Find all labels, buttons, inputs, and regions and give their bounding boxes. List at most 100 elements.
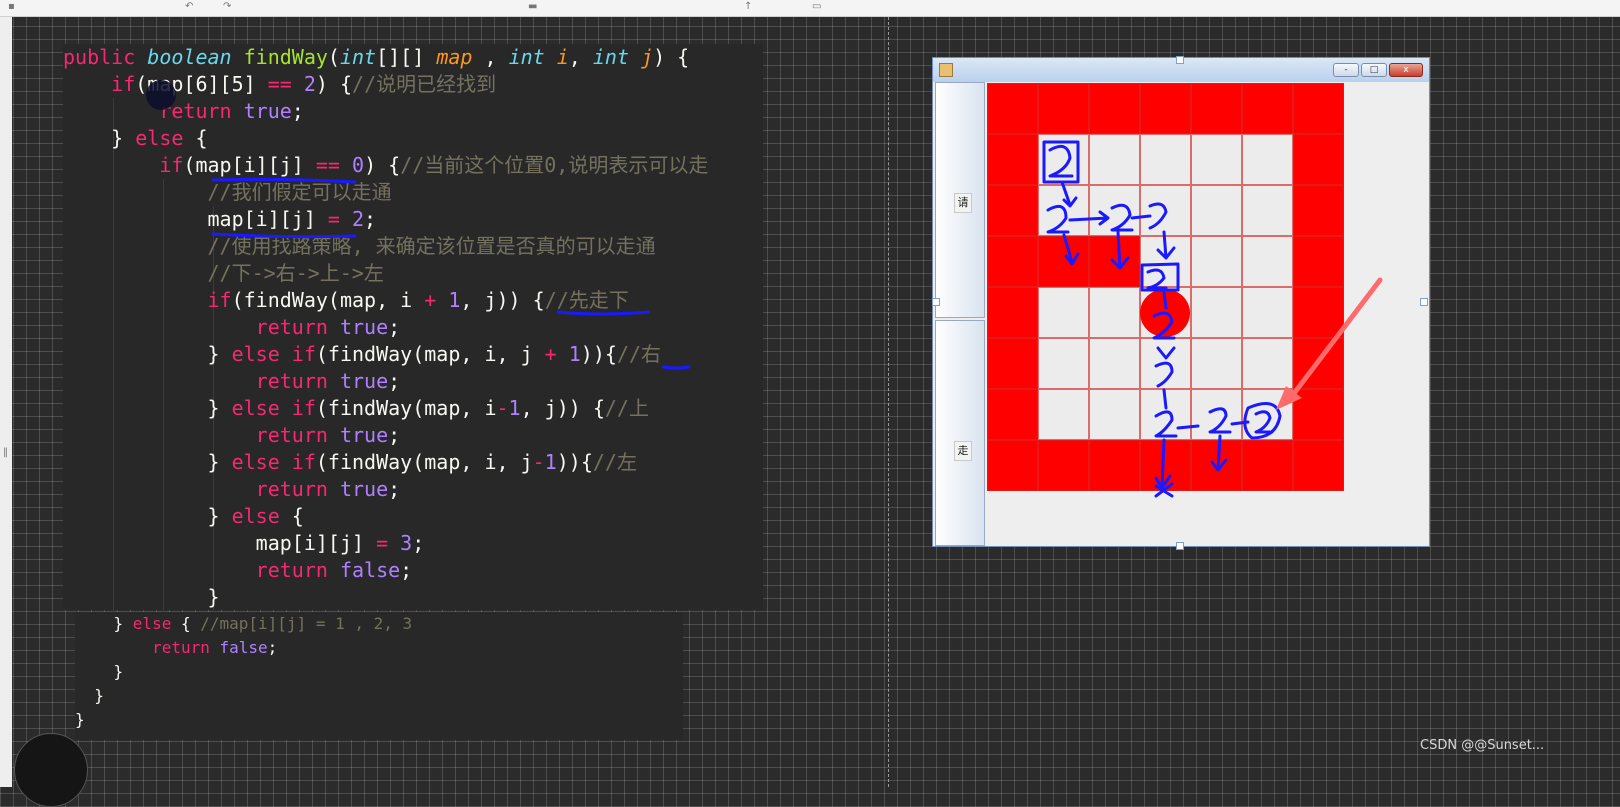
resize-handle[interactable] xyxy=(1420,298,1428,306)
code-token: else if xyxy=(231,342,316,366)
maze-wall-cell xyxy=(1089,440,1140,491)
code-token: } xyxy=(63,342,232,366)
file-icon[interactable]: ▪ xyxy=(8,2,15,12)
code-line: } else { xyxy=(63,503,303,530)
code-token: else xyxy=(231,504,280,528)
code-token: (map[i][j] xyxy=(183,153,316,177)
maze-open-cell xyxy=(1038,338,1089,389)
undo-icon[interactable]: ↶ xyxy=(185,2,193,12)
maze-open-cell xyxy=(1140,134,1191,185)
watermark: CSDN @@Sunset... xyxy=(1420,738,1545,753)
code-token: if xyxy=(159,153,184,177)
code-token: )) xyxy=(556,450,581,474)
shape-tool-icon[interactable]: ▭ xyxy=(812,2,821,12)
code-token: ; xyxy=(388,423,401,447)
maze-open-cell xyxy=(1191,236,1242,287)
side-panel: 请 走 xyxy=(935,82,987,546)
maze-wall-cell xyxy=(987,236,1038,287)
code-token: int xyxy=(592,45,642,69)
code-token: else xyxy=(135,126,184,150)
maze-wall-cell xyxy=(1191,440,1242,491)
resize-handle[interactable] xyxy=(1176,56,1184,64)
code-token: 3 xyxy=(400,531,413,555)
code-line: return false; xyxy=(75,636,277,660)
maze-open-cell xyxy=(1242,185,1293,236)
code-token: 2 xyxy=(303,72,316,96)
code-line: return true; xyxy=(63,98,304,125)
left-splitter[interactable]: ‖ xyxy=(0,17,12,787)
pointer-icon[interactable]: ↑ xyxy=(744,2,752,12)
maximize-button[interactable]: □ xyxy=(1361,63,1387,77)
code-token: false xyxy=(339,558,401,582)
redo-icon[interactable]: ↷ xyxy=(223,2,231,12)
code-line: return true; xyxy=(63,368,401,395)
code-block-main: public boolean findWay(int[][] map , int… xyxy=(63,44,763,639)
code-token: 2 xyxy=(352,207,365,231)
close-button[interactable]: x xyxy=(1389,63,1423,77)
resize-handle[interactable] xyxy=(1176,542,1184,550)
code-token: return xyxy=(152,638,220,657)
scroll-knob[interactable] xyxy=(14,733,88,807)
code-line: } xyxy=(75,660,124,684)
maze-wall-cell xyxy=(1293,236,1344,287)
guide-line xyxy=(888,17,889,787)
maze-wall-cell xyxy=(987,287,1038,338)
maze-open-cell xyxy=(1089,134,1140,185)
code-token: boolean xyxy=(147,45,244,69)
code-token: return xyxy=(255,369,340,393)
code-token: map xyxy=(436,45,473,69)
maze-wall-cell xyxy=(1089,236,1140,287)
code-token: { xyxy=(604,342,617,366)
code-token: , xyxy=(568,45,593,69)
maze-open-cell xyxy=(1191,185,1242,236)
code-token: map[i][j] xyxy=(63,531,377,555)
code-token: } xyxy=(75,710,85,729)
maze-open-cell xyxy=(1242,338,1293,389)
maze-wall-cell xyxy=(1293,440,1344,491)
code-token: + xyxy=(544,342,557,366)
minimize-button[interactable]: - xyxy=(1333,63,1359,77)
code-token: i xyxy=(556,45,569,69)
maze-open-cell xyxy=(1140,338,1191,389)
maze-wall-cell xyxy=(1140,440,1191,491)
maze-wall-cell xyxy=(1038,440,1089,491)
maze-open-cell xyxy=(1038,185,1089,236)
code-token: //下->右->上->左 xyxy=(207,261,384,285)
grip-icon[interactable]: ‖ xyxy=(3,447,8,458)
code-line: } xyxy=(63,584,219,611)
code-token: - xyxy=(532,450,545,474)
code-token: return xyxy=(255,558,340,582)
maze-open-cell xyxy=(1191,338,1242,389)
maze-wall-cell xyxy=(987,338,1038,389)
code-token: map[i][j] xyxy=(63,207,328,231)
code-token: true xyxy=(339,477,389,501)
code-token: else xyxy=(132,614,172,633)
line-tool-icon[interactable]: ▬ xyxy=(528,2,537,12)
code-token: false xyxy=(219,638,268,657)
code-token: //当前这个位置0,说明表示可以走 xyxy=(400,153,709,177)
code-line: if(map[6][5] == 2) {//说明已经找到 xyxy=(63,71,496,98)
code-token: //使用找路策略, 来确定该位置是否真的可以走通 xyxy=(207,234,656,258)
code-token: j xyxy=(641,45,654,69)
code-token: true xyxy=(339,423,389,447)
code-line: return true; xyxy=(63,314,401,341)
code-line: //使用找路策略, 来确定该位置是否真的可以走通 xyxy=(63,233,656,260)
maze-wall-cell xyxy=(1293,83,1344,134)
code-token: } xyxy=(75,662,124,681)
code-line: } else if(findWay(map, i, j + 1)){//右 xyxy=(63,341,661,368)
maze-open-cell xyxy=(1191,287,1242,338)
maze-grid xyxy=(987,83,1344,491)
resize-handle[interactable] xyxy=(932,298,940,306)
code-token: true xyxy=(339,315,389,339)
code-token: findWay xyxy=(243,45,328,69)
code-token: 1 xyxy=(568,342,581,366)
